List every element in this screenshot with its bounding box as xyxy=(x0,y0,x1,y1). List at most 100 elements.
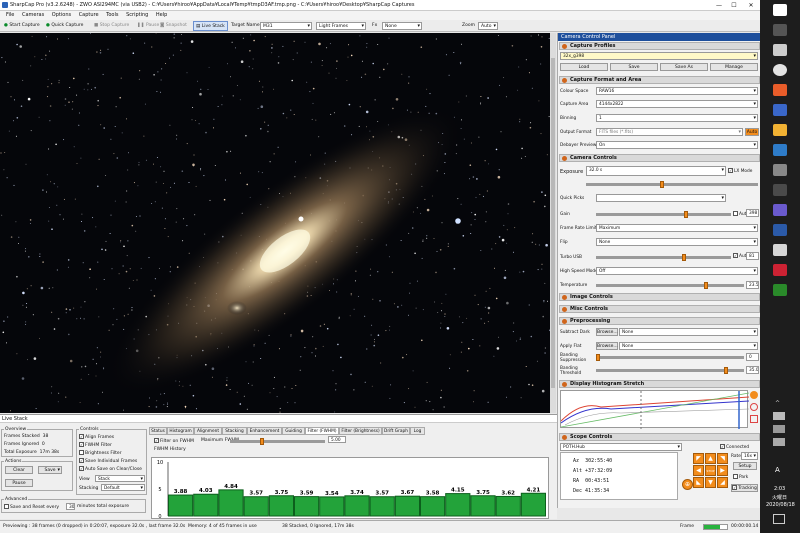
battery-icon[interactable] xyxy=(773,438,785,446)
lightning-icon[interactable] xyxy=(750,391,758,399)
tab-stacking[interactable]: Stacking xyxy=(222,427,247,435)
profile-load-button[interactable]: Load xyxy=(560,63,608,71)
clock-time[interactable]: 2:03 xyxy=(774,486,785,492)
max-fwhm-value[interactable]: 5.00 xyxy=(328,436,346,443)
mail-icon[interactable] xyxy=(773,144,787,156)
menu-scripting[interactable]: Scripting xyxy=(126,11,148,20)
tracking-button[interactable]: ✓ Tracking xyxy=(731,484,758,492)
save-individual-checkbox[interactable]: ✓ Save Individual Frames xyxy=(79,458,137,464)
task-view-icon[interactable] xyxy=(773,44,787,56)
tab-histogram[interactable]: Histogram xyxy=(167,427,194,435)
start-capture-button[interactable]: ● Start Capture xyxy=(2,21,40,31)
exposure-slider[interactable] xyxy=(586,181,758,188)
stretch-icon[interactable] xyxy=(750,415,758,423)
setup-button[interactable]: Setup xyxy=(733,462,757,470)
histogram-plot[interactable] xyxy=(560,390,750,429)
app-icon-blue[interactable] xyxy=(773,104,787,116)
capture-area-select[interactable]: 4144x2822 xyxy=(596,100,758,108)
histogram-stretch-header[interactable]: Display Histogram Stretch xyxy=(559,380,760,388)
rate-select[interactable]: 16x xyxy=(741,452,758,460)
quick-capture-button[interactable]: ● Quick Capture xyxy=(44,21,83,31)
network-icon[interactable] xyxy=(773,412,785,420)
banding-threshold-slider[interactable] xyxy=(596,367,744,374)
max-fwhm-knob[interactable] xyxy=(260,438,264,445)
tab-drift-graph[interactable]: Drift Graph xyxy=(382,427,410,435)
snapshot-button[interactable]: ◙ Snapshot xyxy=(158,21,187,31)
frame-type-combo[interactable]: Light Frames xyxy=(316,22,366,30)
app-icon-gray[interactable] xyxy=(773,164,787,176)
turbo-usb-slider-knob[interactable] xyxy=(682,254,686,261)
flat-browse-button[interactable]: Browse... xyxy=(596,342,618,350)
stop-slew-button[interactable]: STOP xyxy=(705,465,716,476)
app-icon-green[interactable] xyxy=(773,284,787,296)
volume-icon[interactable] xyxy=(773,425,785,433)
goto-icon[interactable]: ⊕ xyxy=(682,479,693,490)
menu-file[interactable]: File xyxy=(6,11,14,20)
windows-start-icon[interactable] xyxy=(773,4,787,16)
high-speed-mode-select[interactable]: Off xyxy=(596,267,758,275)
align-frames-checkbox[interactable]: ✓ Align Frames xyxy=(79,434,114,440)
menu-tools[interactable]: Tools xyxy=(106,11,118,20)
menu-cameras[interactable]: Cameras xyxy=(22,11,44,20)
banding-suppression-value[interactable]: 0 xyxy=(746,353,759,361)
se-arrow-button[interactable]: ◢ xyxy=(717,477,728,488)
quick-picks-select[interactable] xyxy=(596,194,726,202)
minimize-button[interactable]: — xyxy=(712,1,726,10)
file-explorer-icon[interactable] xyxy=(773,124,787,136)
auto-save-checkbox[interactable]: ✓ Auto Save on Clear/Close xyxy=(79,466,142,472)
maximize-button[interactable]: ☐ xyxy=(727,1,741,10)
stacking-select[interactable]: Default xyxy=(101,484,145,491)
target-name-combo[interactable]: M31 xyxy=(260,22,312,30)
turbo-usb-slider[interactable] xyxy=(596,254,731,261)
image-scrollbar[interactable] xyxy=(550,33,556,413)
image-controls-header[interactable]: Image Controls xyxy=(559,293,760,301)
capture-format-header[interactable]: Capture Format and Area xyxy=(559,76,760,84)
live-stack-button[interactable]: ▤ Live Stack xyxy=(193,21,228,31)
tab-enhancement[interactable]: Enhancement xyxy=(247,427,282,435)
tray-chevron-icon[interactable]: ^ xyxy=(775,400,780,407)
profile-save-as-button[interactable]: Save As xyxy=(660,63,708,71)
binning-select[interactable]: 1 xyxy=(596,114,758,122)
app-icon-red[interactable] xyxy=(773,264,787,276)
gain-slider[interactable] xyxy=(596,211,731,218)
tab-alignment[interactable]: Alignment xyxy=(194,427,222,435)
preprocessing-header[interactable]: Preprocessing xyxy=(559,317,760,325)
output-auto-button[interactable]: Auto xyxy=(745,128,759,136)
south-arrow-button[interactable]: ▼ xyxy=(705,477,716,488)
fx-combo[interactable]: None xyxy=(382,22,422,30)
dark-browse-button[interactable]: Browse... xyxy=(596,328,618,336)
app-icon-light[interactable] xyxy=(773,244,787,256)
scope-controls-header[interactable]: Scope Controls xyxy=(559,433,760,441)
connected-checkbox[interactable]: ✓ Connected xyxy=(720,444,749,450)
west-arrow-button[interactable]: ◀ xyxy=(693,465,704,476)
park-checkbox[interactable]: Park xyxy=(733,474,748,480)
exposure-select[interactable]: 32.0 s xyxy=(586,166,726,176)
notification-icon[interactable] xyxy=(773,514,785,524)
flip-select[interactable]: None xyxy=(596,238,758,246)
banding-threshold-knob[interactable] xyxy=(724,367,728,374)
clear-button[interactable]: Clear xyxy=(5,466,33,474)
profile-save-button[interactable]: Save xyxy=(610,63,658,71)
zoom-combo[interactable]: Auto xyxy=(478,22,498,30)
tab-guiding[interactable]: Guiding xyxy=(282,427,305,435)
north-arrow-button[interactable]: ▲ xyxy=(705,453,716,464)
save-button[interactable]: Save xyxy=(38,466,62,474)
east-arrow-button[interactable]: ▶ xyxy=(717,465,728,476)
gain-value[interactable]: 398 xyxy=(746,209,759,217)
debayer-select[interactable]: On xyxy=(596,141,758,149)
office-icon[interactable] xyxy=(773,84,787,96)
nw-arrow-button[interactable]: ◤ xyxy=(693,453,704,464)
apply-flat-select[interactable]: None xyxy=(619,342,758,350)
fwhm-filter-checkbox[interactable]: ✓ FWHM Filter xyxy=(79,442,112,448)
app-icon-dark-blue[interactable] xyxy=(773,224,787,236)
pause-stack-button[interactable]: Pause xyxy=(5,479,33,487)
lx-mode-checkbox[interactable]: ✓ LX Mode xyxy=(728,168,752,174)
reset-icon[interactable] xyxy=(750,403,758,411)
ne-arrow-button[interactable]: ◥ xyxy=(717,453,728,464)
stacked-image-preview[interactable] xyxy=(0,33,550,413)
scrollbar-thumb[interactable] xyxy=(551,58,555,388)
input-language[interactable]: A xyxy=(775,466,780,474)
tab-log[interactable]: Log xyxy=(410,427,425,435)
subtract-dark-select[interactable]: None xyxy=(619,328,758,336)
stop-capture-button[interactable]: ■ Stop Capture xyxy=(92,21,129,31)
